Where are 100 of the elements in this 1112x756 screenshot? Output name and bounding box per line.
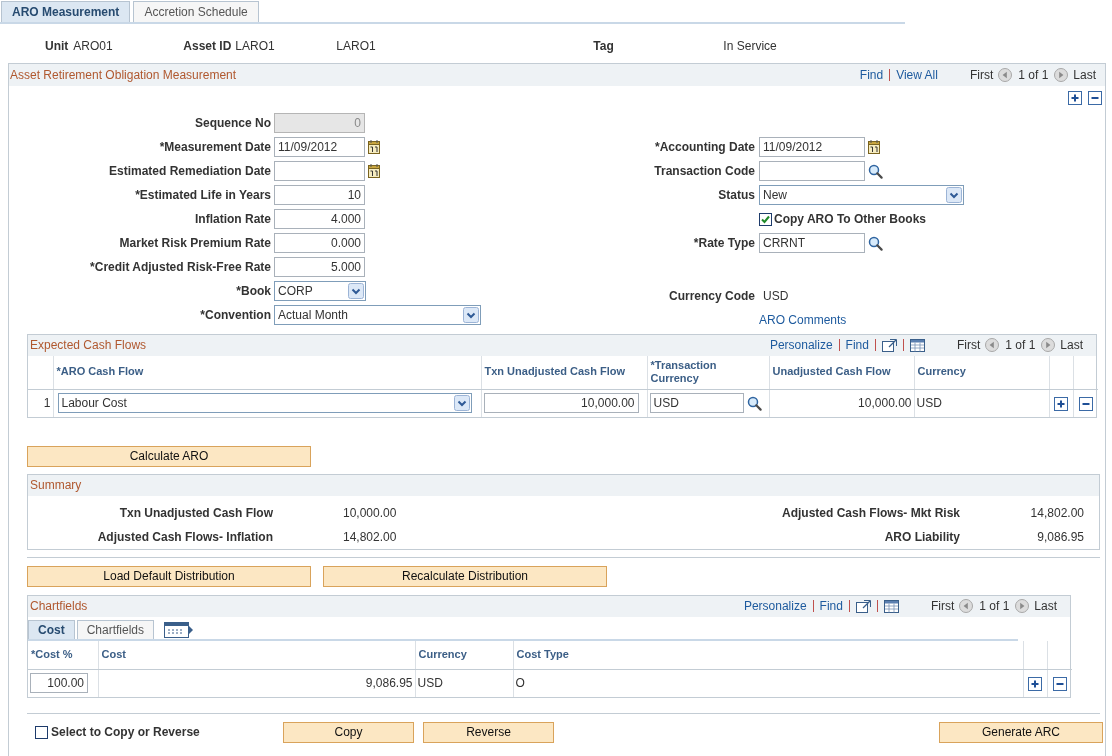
chevron-down-icon[interactable] [348,283,364,299]
table-cell: O [513,669,1023,697]
field-value: 14,802.00 [1029,505,1084,521]
number-input[interactable]: 5.000 [274,257,365,277]
view-all-link[interactable]: View All [896,67,938,83]
field-value: In Service [723,38,777,54]
column-header: *Cost % [28,641,98,669]
currency-input[interactable]: USD [649,393,744,414]
personalize-link[interactable]: Personalize [769,338,833,353]
checkbox[interactable] [759,212,772,226]
column-header: *ARO Cash Flow [53,356,481,389]
lookup-input[interactable]: CRRNT [759,233,865,253]
first-label: First [969,67,994,83]
calendar-icon[interactable] [368,164,380,178]
column-header: *Transaction Currency [647,356,769,389]
spreadsheet-icon[interactable] [883,600,899,613]
dropdown[interactable]: Actual Month [274,305,481,325]
plus-icon[interactable] [1068,91,1082,105]
date-input[interactable]: 11/09/2012 [759,137,865,157]
first-label: First [930,599,955,614]
column-header: Txn Unadjusted Cash Flow [481,356,647,389]
field-label: *Credit Adjusted Risk-Free Rate [89,259,271,275]
calculate-aro-button[interactable]: Calculate ARO [27,446,311,467]
field-label: *Book [235,283,271,299]
plus-icon[interactable] [1028,676,1042,691]
field-label: Tag [593,38,615,54]
checkbox-label: Copy ARO To Other Books [774,211,926,227]
field-label: Status [717,187,755,203]
section-title: Asset Retirement Obligation Measurement [10,67,237,83]
field-label: Inflation Rate [194,211,271,227]
generate-arc-button[interactable]: Generate ARC [939,722,1103,743]
checkbox[interactable] [35,726,48,739]
column-header: Currency [914,356,1049,389]
last-label: Last [1073,67,1096,83]
dropdown[interactable]: CORP [274,281,366,301]
recalculate-distribution-button[interactable]: Recalculate Distribution [323,566,607,587]
field-label: *Rate Type [692,235,755,251]
section-title: Chartfields [30,599,88,614]
field-label: Adjusted Cash Flows- Mkt Risk [780,505,960,521]
dropdown[interactable]: New [759,185,964,205]
tab[interactable]: Chartfields [76,620,155,639]
number-input[interactable]: 0.000 [274,233,365,253]
tab[interactable]: Cost [28,620,75,639]
date-input[interactable] [274,161,365,181]
search-icon[interactable] [868,235,883,251]
plus-icon[interactable] [1054,396,1068,411]
copy-button[interactable]: Copy [283,722,414,743]
table-cell: 10,000.00 [769,389,914,417]
table-cell: USD [914,389,1049,417]
spreadsheet-icon[interactable] [909,339,925,352]
field-label: *Accounting Date [654,139,755,155]
show-columns-icon[interactable] [164,621,194,638]
new-window-icon[interactable] [855,600,871,613]
field-label: Market Risk Premium Rate [118,235,271,251]
last-label: Last [1060,338,1083,353]
find-link[interactable]: Find [819,599,843,614]
personalize-link[interactable]: Personalize [743,599,807,614]
chevron-down-icon[interactable] [946,187,962,203]
field-label: *Measurement Date [158,139,271,155]
lookup-input[interactable] [759,161,865,181]
find-link[interactable]: Find [859,67,884,83]
reverse-button[interactable]: Reverse [423,722,554,743]
field-label: *Estimated Life in Years [134,187,271,203]
field-label: Transaction Code [653,163,755,179]
checkbox-label: Select to Copy or Reverse [51,725,200,740]
amount-input[interactable]: 10,000.00 [483,393,639,414]
number-input[interactable]: 10 [274,185,365,205]
cash-flow-dropdown[interactable]: Labour Cost [57,393,472,414]
section-title: Expected Cash Flows [30,338,147,353]
number-input[interactable]: 4.000 [274,209,365,229]
column-header: Cost Type [513,641,1023,669]
calendar-icon[interactable] [368,140,380,154]
search-icon[interactable] [868,163,883,179]
new-window-icon[interactable] [881,339,897,352]
field-label: Estimated Remediation Date [107,163,271,179]
minus-icon[interactable] [1078,396,1093,411]
field-value: LARO1 [336,38,377,54]
percent-input[interactable]: 100.00 [30,673,88,694]
field-value: 9,086.95 [1036,529,1084,545]
field-label: Asset ID [183,38,232,54]
chevron-down-icon[interactable] [453,395,470,412]
minus-icon[interactable] [1088,91,1102,105]
field-value: 14,802.00 [343,529,398,545]
chevron-down-icon[interactable] [463,307,479,323]
table-cell: USD [415,669,513,697]
date-input[interactable]: 11/09/2012 [274,137,365,157]
find-link[interactable]: Find [845,338,869,353]
field-label: Currency Code [667,288,755,304]
column-header: Currency [415,641,513,669]
load-default-distribution-button[interactable]: Load Default Distribution [27,566,311,587]
tab[interactable]: ARO Measurement [1,1,131,22]
comments-link[interactable]: ARO Comments [759,312,847,328]
calendar-icon[interactable] [868,140,880,154]
row-number: 1 [28,389,53,417]
tab[interactable]: Accretion Schedule [133,1,259,22]
minus-icon[interactable] [1052,676,1067,691]
section-title: Summary [30,478,82,493]
last-label: Last [1034,599,1057,614]
search-icon[interactable] [746,395,762,411]
row-count: 1 of 1 [979,599,1010,614]
